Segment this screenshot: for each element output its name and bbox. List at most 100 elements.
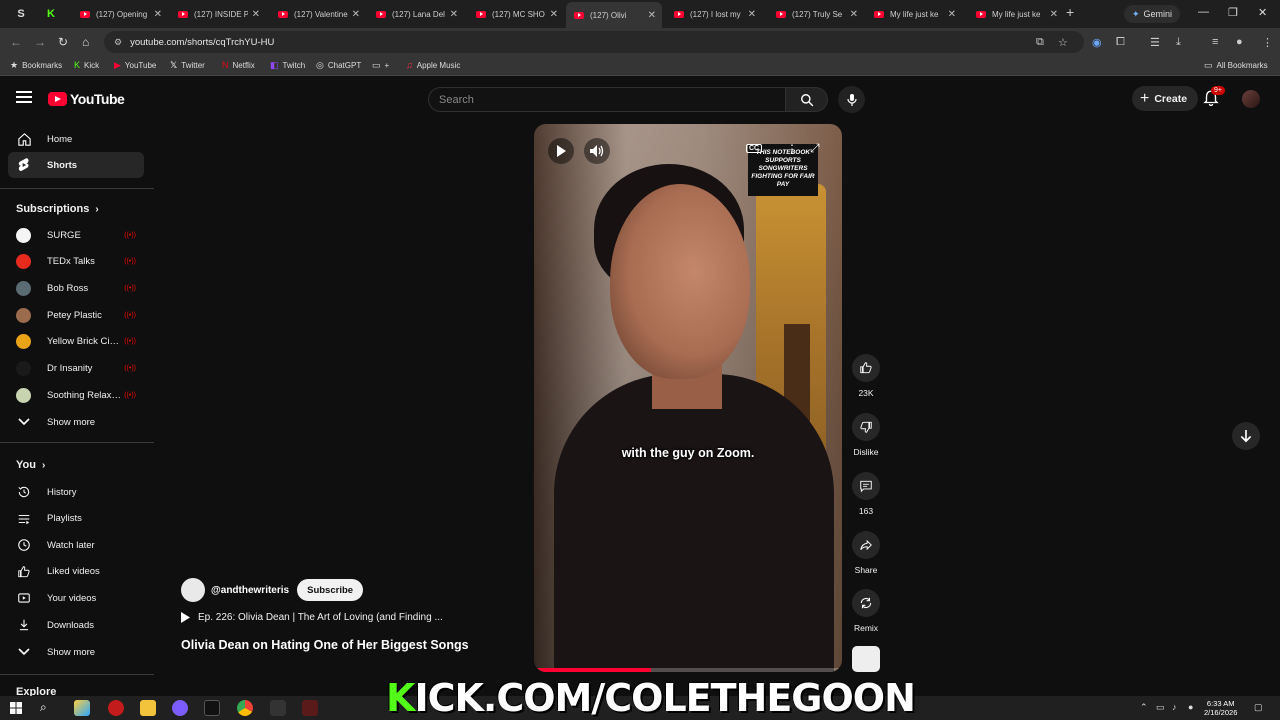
close-tab-icon[interactable]: ✕ bbox=[948, 9, 956, 20]
account-avatar[interactable] bbox=[1242, 90, 1260, 108]
all-bookmarks-button[interactable]: ▭ All Bookmarks bbox=[1204, 60, 1268, 71]
like-button[interactable]: 23K bbox=[846, 354, 886, 398]
episode-link[interactable]: Ep. 226: Olivia Dean | The Art of Loving… bbox=[181, 612, 443, 623]
sidebar-subscription-item[interactable]: Yellow Brick Cine... ((•)) bbox=[8, 329, 144, 355]
fullscreen-icon[interactable]: ⤢ bbox=[810, 141, 820, 156]
chrome-menu-icon[interactable]: ⋮ bbox=[1262, 36, 1273, 49]
address-bar[interactable]: ⚙ youtube.com/shorts/cqTrchYU-HU bbox=[104, 31, 1084, 53]
close-tab-icon[interactable]: ✕ bbox=[450, 9, 458, 20]
taskbar-app-icon[interactable] bbox=[302, 700, 318, 716]
bookmark-item[interactable]: N Netflix bbox=[222, 60, 255, 70]
clock[interactable]: 6:33 AM 2/16/2026 bbox=[1204, 699, 1237, 717]
download-toolbar-icon[interactable]: ⤓ bbox=[1176, 36, 1181, 49]
forward-button[interactable]: → bbox=[34, 35, 46, 49]
close-window-button[interactable]: ✕ bbox=[1258, 6, 1267, 19]
captions-button[interactable]: CC bbox=[746, 144, 763, 153]
bookmark-item[interactable]: ★ Bookmarks bbox=[10, 60, 62, 71]
install-app-icon[interactable]: ⧉ bbox=[1036, 36, 1044, 49]
bookmark-star-icon[interactable]: ☆ bbox=[1058, 36, 1068, 49]
extensions-puzzle-icon[interactable]: ⧠ bbox=[1116, 36, 1125, 49]
show-more-subscriptions-button[interactable]: Show more bbox=[8, 409, 144, 435]
reload-button[interactable]: ↻ bbox=[58, 35, 68, 49]
subscribe-button[interactable]: Subscribe bbox=[297, 579, 364, 601]
taskbar-file-explorer-icon[interactable] bbox=[140, 700, 156, 716]
tray-microphone-icon[interactable]: ● bbox=[1188, 702, 1193, 712]
tray-chevron-up-icon[interactable]: ⌃ bbox=[1140, 702, 1148, 713]
hamburger-menu-icon[interactable] bbox=[16, 91, 32, 105]
tray-volume-icon[interactable]: ♪ bbox=[1172, 702, 1177, 712]
sidebar-item-watch-later[interactable]: Watch later bbox=[8, 532, 144, 558]
tray-notifications-icon[interactable]: ▢ bbox=[1254, 702, 1263, 713]
bookmark-item[interactable]: ▭ + bbox=[372, 60, 389, 71]
volume-button[interactable] bbox=[584, 138, 610, 164]
browser-tab[interactable]: (127) Opening ✕ bbox=[72, 3, 168, 25]
back-button[interactable]: ← bbox=[10, 35, 22, 49]
bookmark-item[interactable]: ▶ YouTube bbox=[114, 60, 156, 71]
extension-icon[interactable]: ◉ bbox=[1092, 36, 1102, 49]
sidebar-item-history[interactable]: History bbox=[8, 479, 144, 505]
subscriptions-heading[interactable]: Subscriptions › bbox=[16, 203, 99, 215]
youtube-logo[interactable]: YouTube bbox=[48, 91, 125, 107]
close-tab-icon[interactable]: ✕ bbox=[154, 9, 162, 20]
browser-tab[interactable]: (127) Olivi ✕ bbox=[566, 2, 662, 28]
taskbar-search-icon[interactable]: ⌕ bbox=[40, 700, 56, 716]
profile-icon[interactable]: ● bbox=[1236, 36, 1243, 48]
sidebar-subscription-item[interactable]: SURGE ((•)) bbox=[8, 222, 144, 248]
pinned-tab-s[interactable]: S bbox=[8, 0, 34, 28]
browser-tab[interactable]: (127) INSIDE P ✕ bbox=[170, 3, 266, 25]
notifications-button[interactable]: 9+ bbox=[1202, 86, 1225, 109]
browser-tab[interactable]: (127) I lost my ✕ bbox=[666, 3, 762, 25]
search-input[interactable] bbox=[439, 93, 759, 106]
original-sound-thumbnail[interactable] bbox=[852, 646, 880, 672]
sidebar-subscription-item[interactable]: Petey Plastic ((•)) bbox=[8, 302, 144, 328]
close-tab-icon[interactable]: ✕ bbox=[352, 9, 360, 20]
windows-start-icon[interactable] bbox=[8, 700, 24, 716]
bookmark-item[interactable]: K Kick bbox=[74, 60, 99, 70]
media-control-icon[interactable]: ≡ bbox=[1212, 36, 1218, 48]
create-button[interactable]: + Create bbox=[1132, 86, 1199, 111]
taskbar-chrome-icon[interactable] bbox=[237, 700, 253, 716]
close-tab-icon[interactable]: ✕ bbox=[252, 9, 260, 20]
taskbar-copilot-icon[interactable] bbox=[74, 700, 90, 716]
sidebar-item-your-videos[interactable]: Your videos bbox=[8, 585, 144, 611]
bookmark-item[interactable]: ◎ ChatGPT bbox=[316, 60, 361, 71]
close-tab-icon[interactable]: ✕ bbox=[748, 9, 756, 20]
voice-search-button[interactable] bbox=[838, 86, 865, 113]
pinned-tab-kick[interactable]: K bbox=[38, 0, 64, 28]
close-tab-icon[interactable]: ✕ bbox=[550, 9, 558, 20]
sidebar-item-playlists[interactable]: Playlists bbox=[8, 506, 144, 532]
close-tab-icon[interactable]: ✕ bbox=[850, 9, 858, 20]
sidebar-item-liked-videos[interactable]: Liked videos bbox=[8, 559, 144, 585]
sidebar-item-downloads[interactable]: Downloads bbox=[8, 612, 144, 638]
comments-button[interactable]: 163 bbox=[846, 472, 886, 516]
taskbar-app-icon[interactable] bbox=[108, 700, 124, 716]
minimize-button[interactable]: — bbox=[1198, 6, 1209, 18]
sidebar-subscription-item[interactable]: TEDx Talks ((•)) bbox=[8, 249, 144, 275]
browser-tab[interactable]: (127) Lana Del ✕ bbox=[368, 3, 464, 25]
channel-avatar[interactable] bbox=[181, 578, 205, 602]
browser-tab[interactable]: (127) Truly Se ✕ bbox=[768, 3, 864, 25]
maximize-button[interactable]: ❐ bbox=[1228, 6, 1238, 19]
remix-button[interactable]: Remix bbox=[846, 589, 886, 633]
close-tab-icon[interactable]: ✕ bbox=[648, 10, 656, 21]
taskbar-discord-icon[interactable] bbox=[172, 700, 188, 716]
close-tab-icon[interactable]: ✕ bbox=[1050, 9, 1058, 20]
sidebar-subscription-item[interactable]: Bob Ross ((•)) bbox=[8, 275, 144, 301]
tray-network-icon[interactable]: ▭ bbox=[1156, 702, 1165, 713]
browser-tab[interactable]: My life just ke ✕ bbox=[866, 3, 962, 25]
video-progress-bar[interactable] bbox=[534, 668, 842, 672]
gemini-button[interactable]: ✦ Gemini bbox=[1124, 5, 1181, 23]
home-button[interactable]: ⌂ bbox=[82, 35, 89, 49]
bookmark-item[interactable]: 𝕏 Twitter bbox=[170, 60, 205, 71]
browser-tab[interactable]: (127) MC SHO ✕ bbox=[468, 3, 564, 25]
shorts-video-player[interactable]: THIS NOTEBOOK SUPPORTS SONGWRITERS FIGHT… bbox=[534, 124, 842, 672]
browser-tab[interactable]: My life just ke ✕ bbox=[968, 3, 1064, 25]
you-heading[interactable]: You › bbox=[16, 459, 45, 471]
video-more-options-icon[interactable]: ⋮ bbox=[786, 142, 798, 156]
dislike-button[interactable]: Dislike bbox=[846, 413, 886, 457]
sidebar-subscription-item[interactable]: Soothing Relaxat... ((•)) bbox=[8, 382, 144, 408]
new-tab-button[interactable]: + bbox=[1066, 4, 1074, 20]
taskbar-app-icon[interactable] bbox=[270, 700, 286, 716]
video-title[interactable]: Olivia Dean on Hating One of Her Biggest… bbox=[181, 638, 469, 652]
channel-name[interactable]: @andthewriteris bbox=[211, 585, 289, 596]
